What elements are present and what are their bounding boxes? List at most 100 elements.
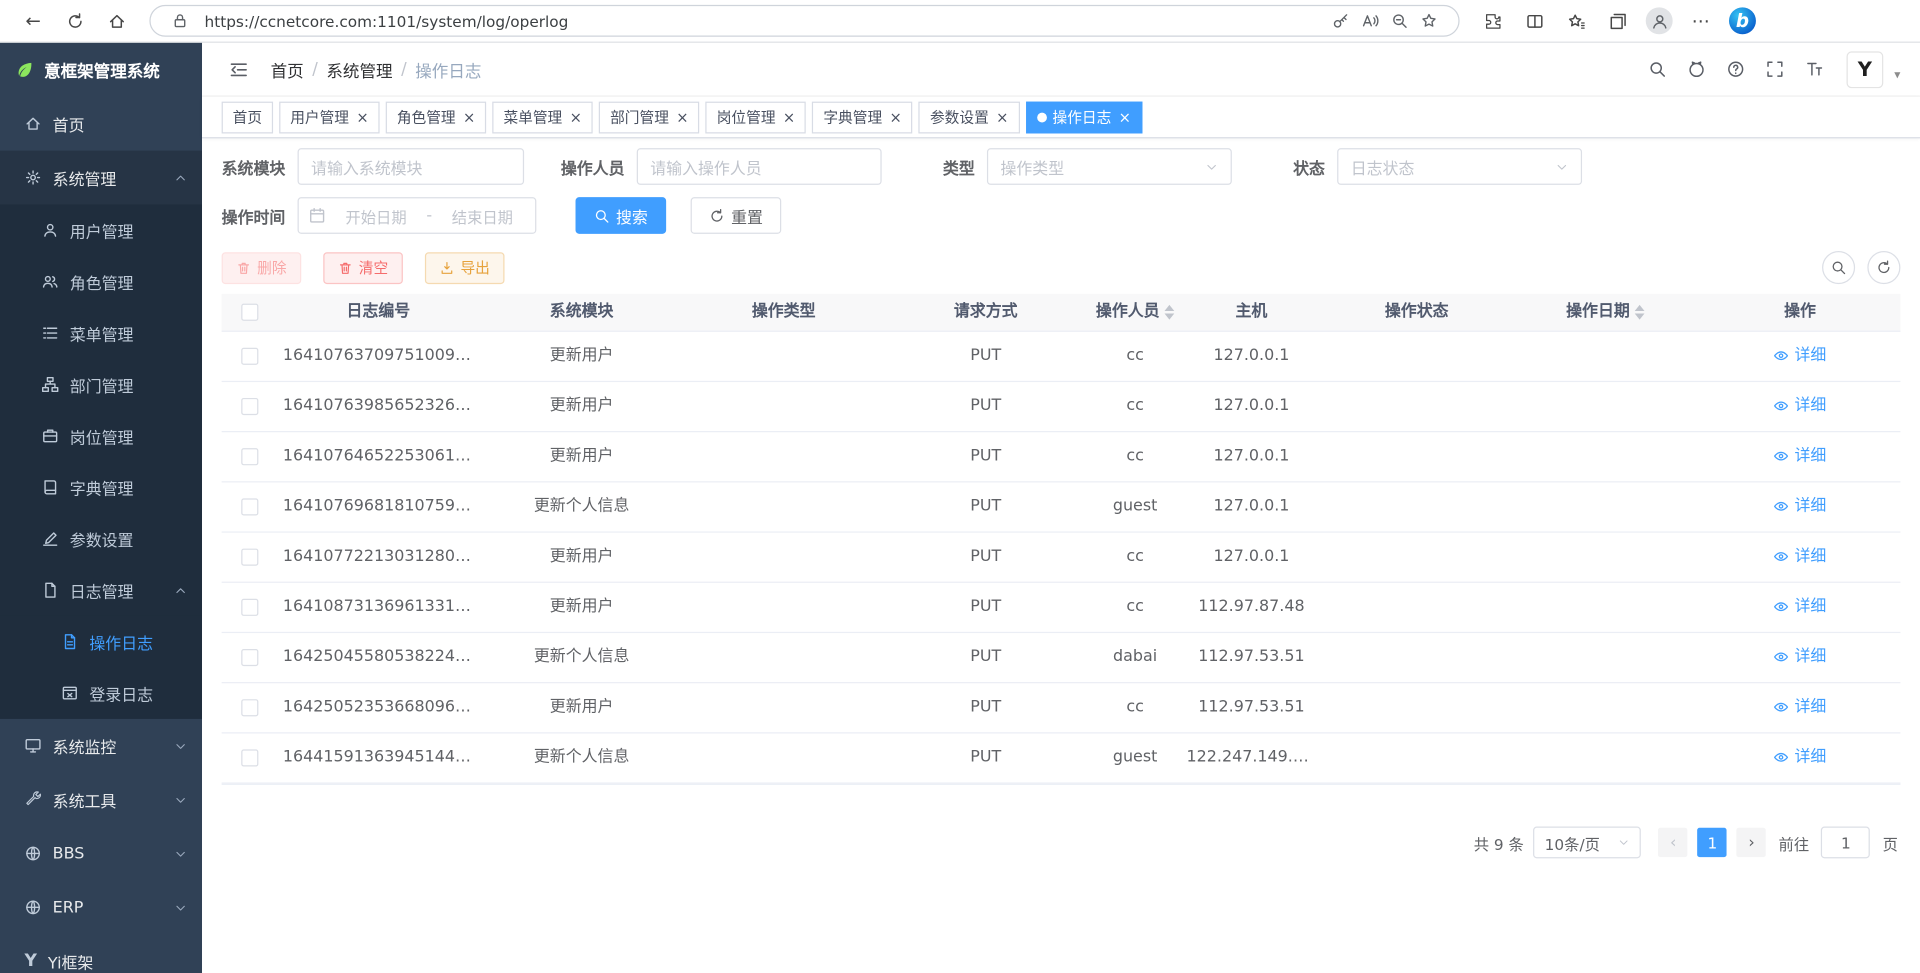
tag-dept[interactable]: 部门管理× (599, 101, 700, 133)
row-checkbox[interactable] (241, 397, 258, 414)
detail-button[interactable]: 详细 (1774, 482, 1827, 530)
page-1-button[interactable]: 1 (1698, 828, 1727, 857)
sidebar-item-role[interactable]: 角色管理 (0, 256, 202, 307)
sidebar-item-home[interactable]: 首页 (0, 97, 202, 151)
sidebar-item-param[interactable]: 参数设置 (0, 513, 202, 564)
table-refresh-button[interactable] (1867, 251, 1900, 284)
sidebar-item-menu[interactable]: 菜单管理 (0, 307, 202, 358)
search-button[interactable] (1641, 52, 1675, 86)
profile-button[interactable] (1642, 4, 1676, 38)
collections-button[interactable] (1600, 4, 1634, 38)
select-all-checkbox[interactable] (241, 303, 258, 320)
clear-button[interactable]: 清空 (323, 252, 403, 284)
column-header-operator[interactable]: 操作人员 (1089, 294, 1182, 331)
address-bar[interactable]: https://ccnetcore.com:1101/system/log/op… (149, 5, 1459, 37)
refresh-button[interactable] (58, 4, 92, 38)
tag-menu[interactable]: 菜单管理× (492, 101, 593, 133)
avatar[interactable]: Y (1847, 51, 1884, 88)
sidebar-item-post[interactable]: 岗位管理 (0, 410, 202, 461)
sidebar-item-user[interactable]: 用户管理 (0, 204, 202, 255)
sidebar-item-yi[interactable]: YYi框架 (0, 934, 202, 973)
sidebar-item-monitor[interactable]: 系统监控 (0, 719, 202, 773)
sidebar-item-log[interactable]: 日志管理 (0, 564, 202, 615)
delete-button[interactable]: 删除 (222, 252, 302, 284)
detail-button[interactable]: 详细 (1774, 683, 1827, 731)
row-checkbox[interactable] (241, 548, 258, 565)
column-header-date[interactable]: 操作日期 (1512, 294, 1698, 331)
tag-post[interactable]: 岗位管理× (706, 101, 807, 133)
tag-dict[interactable]: 字典管理× (812, 101, 913, 133)
detail-button[interactable]: 详细 (1774, 583, 1827, 631)
sort-caret-icon[interactable] (1164, 304, 1174, 319)
tag-close-icon[interactable]: × (463, 108, 475, 125)
toggle-search-button[interactable] (1822, 251, 1855, 284)
prev-page-button[interactable]: ‹ (1659, 828, 1688, 857)
status-select[interactable]: 日志状态 (1337, 148, 1582, 185)
detail-button[interactable]: 详细 (1774, 382, 1827, 430)
page-size-select[interactable]: 10条/页 (1534, 827, 1642, 859)
breadcrumb-item[interactable]: 首页 (271, 57, 304, 81)
goto-page-input[interactable] (1821, 827, 1870, 859)
github-button[interactable] (1680, 52, 1714, 86)
sidebar-item-dict[interactable]: 字典管理 (0, 462, 202, 513)
row-checkbox[interactable] (241, 498, 258, 515)
favorites-add-button[interactable] (1414, 7, 1443, 34)
tag-close-icon[interactable]: × (996, 108, 1008, 125)
row-checkbox[interactable] (241, 598, 258, 615)
breadcrumb-item[interactable]: 系统管理 (326, 57, 392, 81)
tag-close-icon[interactable]: × (570, 108, 582, 125)
detail-button[interactable]: 详细 (1774, 733, 1827, 781)
caret-down-icon[interactable]: ▾ (1894, 69, 1900, 81)
row-checkbox[interactable] (241, 648, 258, 665)
tag-user[interactable]: 用户管理× (279, 101, 380, 133)
sidebar-item-system[interactable]: 系统管理 (0, 151, 202, 205)
tag-close-icon[interactable]: × (1119, 108, 1131, 125)
row-checkbox[interactable] (241, 699, 258, 716)
sidebar-item-erp[interactable]: ERP (0, 880, 202, 934)
sort-caret-icon[interactable] (1635, 304, 1645, 319)
date-range-input[interactable]: 开始日期 - 结束日期 (298, 197, 537, 234)
operator-input[interactable]: 请输入操作人员 (637, 148, 882, 185)
detail-button[interactable]: 详细 (1774, 332, 1827, 380)
font-size-button[interactable] (1798, 52, 1832, 86)
reset-button[interactable]: 重置 (691, 197, 782, 234)
tag-operlog[interactable]: 操作日志× (1026, 101, 1142, 133)
tag-close-icon[interactable]: × (676, 108, 688, 125)
url-text[interactable]: https://ccnetcore.com:1101/system/log/op… (204, 12, 1316, 30)
sidebar-item-dept[interactable]: 部门管理 (0, 359, 202, 410)
type-select[interactable]: 操作类型 (987, 148, 1232, 185)
sidebar-toggle-button[interactable] (222, 52, 256, 86)
sidebar-item-loginlog[interactable]: 登录日志 (0, 667, 202, 718)
search-button[interactable]: 搜索 (576, 197, 667, 234)
tag-role[interactable]: 角色管理× (386, 101, 487, 133)
tag-close-icon[interactable]: × (890, 108, 902, 125)
key-button[interactable] (1326, 7, 1355, 34)
tag-close-icon[interactable]: × (783, 108, 795, 125)
next-page-button[interactable]: › (1737, 828, 1766, 857)
row-checkbox[interactable] (241, 347, 258, 364)
row-checkbox[interactable] (241, 749, 258, 766)
more-button[interactable]: ⋯ (1684, 4, 1718, 38)
favorites-button[interactable] (1559, 4, 1593, 38)
read-aloud-button[interactable] (1356, 7, 1385, 34)
question-button[interactable] (1719, 52, 1753, 86)
fullscreen-button[interactable] (1758, 52, 1792, 86)
home-button[interactable] (99, 4, 133, 38)
sidebar-item-bbs[interactable]: BBS (0, 827, 202, 881)
sidebar-item-operlog[interactable]: 操作日志 (0, 616, 202, 667)
module-input[interactable]: 请输入系统模块 (298, 148, 525, 185)
split-screen-button[interactable] (1517, 4, 1551, 38)
sidebar-item-tool[interactable]: 系统工具 (0, 773, 202, 827)
extensions-button[interactable] (1476, 4, 1510, 38)
export-button[interactable]: 导出 (425, 252, 505, 284)
tag-param[interactable]: 参数设置× (919, 101, 1020, 133)
detail-button[interactable]: 详细 (1774, 633, 1827, 681)
detail-button[interactable]: 详细 (1774, 432, 1827, 480)
tag-close-icon[interactable]: × (356, 108, 368, 125)
lock-button[interactable] (165, 7, 194, 34)
tag-home[interactable]: 首页 (222, 101, 273, 133)
row-checkbox[interactable] (241, 448, 258, 465)
back-button[interactable]: ← (16, 4, 50, 38)
detail-button[interactable]: 详细 (1774, 533, 1827, 581)
zoom-out-button[interactable] (1385, 7, 1414, 34)
